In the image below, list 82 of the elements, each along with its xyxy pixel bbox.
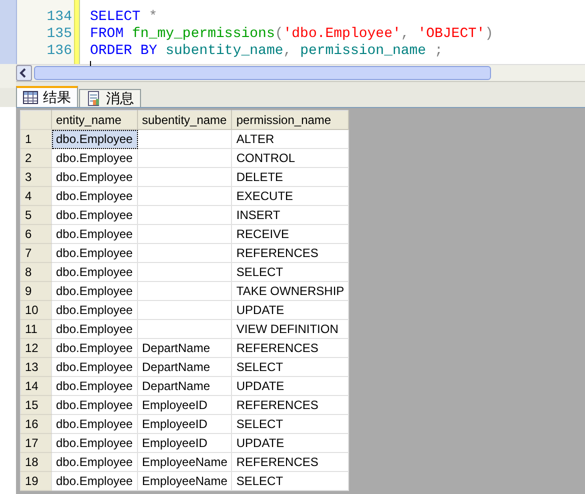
row-number[interactable]: 2 <box>20 148 52 168</box>
table-cell: EmployeeID <box>138 434 232 452</box>
table-cell: dbo.Employee <box>52 186 138 206</box>
table-cell: SELECT <box>232 414 349 434</box>
table-cell: dbo.Employee <box>52 244 138 262</box>
scroll-left-icon[interactable] <box>16 65 32 81</box>
row-number[interactable]: 8 <box>20 262 52 282</box>
table-cell: dbo.Employee <box>52 224 138 244</box>
row-number[interactable]: 14 <box>20 376 52 396</box>
table-cell: DepartName <box>138 338 232 358</box>
table-cell: dbo.Employee <box>52 168 138 186</box>
table-cell: dbo.Employee <box>52 130 138 148</box>
table-cell: dbo.Employee <box>52 320 138 338</box>
column-header[interactable]: permission_name <box>232 110 349 130</box>
code-line: SELECT * <box>90 9 158 26</box>
table-cell: dbo.Employee <box>52 396 138 414</box>
editor-margin <box>0 0 17 64</box>
table-cell: dbo.Employee <box>52 338 138 358</box>
table-cell: dbo.Employee <box>52 282 138 300</box>
line-number: 135 <box>46 26 73 43</box>
table-cell: REFERENCES <box>232 452 349 472</box>
grid-icon <box>23 91 38 104</box>
table-cell: dbo.Employee <box>52 206 138 224</box>
table-cell: EXECUTE <box>232 186 349 206</box>
row-number[interactable]: 15 <box>20 396 52 414</box>
row-number[interactable]: 6 <box>20 224 52 244</box>
table-cell: dbo.Employee <box>52 262 138 282</box>
table-cell: CONTROL <box>232 148 349 168</box>
row-number[interactable]: 16 <box>20 414 52 434</box>
table-cell: INSERT <box>232 206 349 224</box>
code-line: ORDER BY subentity_name, permission_name ; <box>90 43 444 60</box>
change-bar <box>74 0 80 64</box>
table-cell: UPDATE <box>232 376 349 396</box>
table-cell: SELECT <box>232 262 349 282</box>
row-number[interactable]: 13 <box>20 358 52 376</box>
table-cell: dbo.Employee <box>52 414 138 434</box>
document-icon <box>86 90 101 106</box>
result-tab[interactable]: 结果 <box>16 86 78 107</box>
table-cell: dbo.Employee <box>52 376 138 396</box>
row-number[interactable]: 5 <box>20 206 52 224</box>
row-number[interactable]: 12 <box>20 338 52 358</box>
column-header[interactable]: subentity_name <box>138 110 232 130</box>
table-cell: SELECT <box>232 358 349 376</box>
row-number[interactable]: 19 <box>20 472 52 490</box>
row-number[interactable]: 3 <box>20 168 52 186</box>
line-number: 134 <box>46 9 73 26</box>
table-cell: DepartName <box>138 376 232 396</box>
table-cell: DepartName <box>138 358 232 376</box>
table-cell: dbo.Employee <box>52 472 138 490</box>
table-cell: dbo.Employee <box>52 358 138 376</box>
table-cell: dbo.Employee <box>52 434 138 452</box>
result-tab[interactable]: 消息 <box>79 89 141 107</box>
row-number[interactable]: 4 <box>20 186 52 206</box>
table-cell: VIEW DEFINITION <box>232 320 349 338</box>
row-number[interactable]: 18 <box>20 452 52 472</box>
scrollbar-thumb[interactable] <box>34 66 491 80</box>
table-cell: UPDATE <box>232 300 349 320</box>
table-cell: ALTER <box>232 130 349 148</box>
column-header[interactable]: entity_name <box>52 110 138 130</box>
code-line: FROM fn_my_permissions('dbo.Employee', 'OBJECT') <box>90 26 494 43</box>
table-cell: RECEIVE <box>232 224 349 244</box>
table-cell: EmployeeID <box>138 396 232 414</box>
table-cell: EmployeeID <box>138 414 232 434</box>
row-number[interactable]: 17 <box>20 434 52 452</box>
table-cell: DELETE <box>232 168 349 186</box>
row-number[interactable]: 11 <box>20 320 52 338</box>
table-cell: TAKE OWNERSHIP <box>232 282 349 300</box>
row-number[interactable]: 9 <box>20 282 52 300</box>
table-cell: REFERENCES <box>232 338 349 358</box>
row-number[interactable]: 10 <box>20 300 52 320</box>
table-cell: SELECT <box>232 472 349 490</box>
line-number: 136 <box>46 43 73 60</box>
row-number[interactable]: 7 <box>20 244 52 262</box>
table-cell: UPDATE <box>232 434 349 452</box>
table-cell: REFERENCES <box>232 244 349 262</box>
row-number[interactable]: 1 <box>20 130 52 148</box>
table-cell: EmployeeName <box>138 472 232 490</box>
table-cell: REFERENCES <box>232 396 349 414</box>
table-cell: EmployeeName <box>138 452 232 472</box>
table-cell: dbo.Employee <box>52 452 138 472</box>
table-cell: dbo.Employee <box>52 148 138 168</box>
table-cell: dbo.Employee <box>52 300 138 320</box>
